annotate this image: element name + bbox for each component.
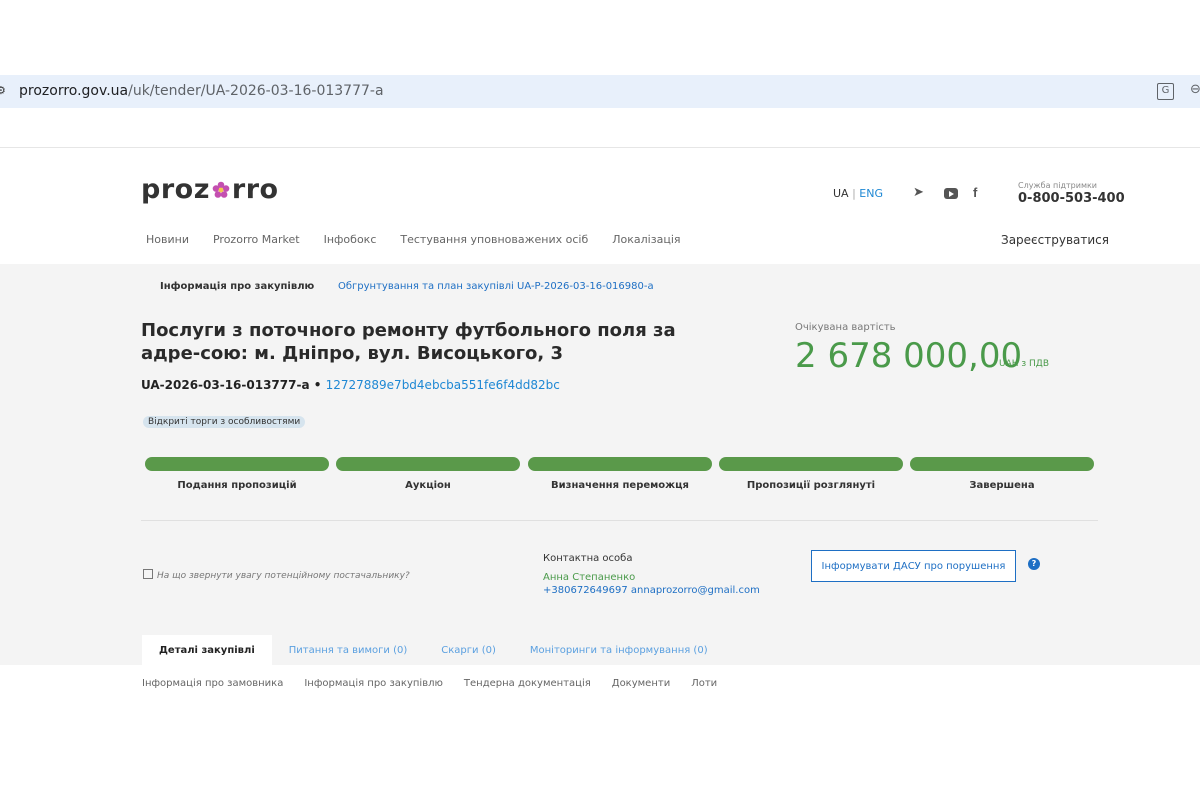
url-host: prozorro.gov.ua [19, 83, 129, 99]
facebook-icon[interactable]: f [973, 185, 977, 200]
tender-title: Послуги з поточного ремонту футбольного … [141, 320, 676, 364]
tender-id: UA-2026-03-16-013777-a [141, 378, 310, 392]
stage-bar [336, 457, 520, 471]
telegram-icon[interactable]: ➤ [913, 185, 924, 200]
section-links: Інформація про замовника Інформація про … [142, 678, 738, 689]
zoom-icon[interactable]: ⊖ [1190, 82, 1200, 97]
lang-ua[interactable]: UA [833, 187, 849, 200]
youtube-icon[interactable] [944, 188, 958, 199]
address-bar[interactable]: ⚙ prozorro.gov.ua/uk/tender/UA-2026-03-1… [0, 75, 1200, 108]
subnav-plan-link[interactable]: Обгрунтування та план закупівлі UA-P-202… [338, 281, 654, 292]
section-link-procurement[interactable]: Інформація про закупівлю [304, 678, 443, 689]
tender-tabs: Деталі закупівлі Питання та вимоги (0) С… [142, 635, 725, 665]
language-switcher: UA | ENG [833, 187, 883, 200]
tab-complaints[interactable]: Скарги (0) [424, 635, 513, 665]
translate-icon[interactable]: G [1157, 83, 1174, 100]
prozorro-logo[interactable]: proz rro [141, 174, 279, 205]
stage-label: Подання пропозицій [177, 480, 297, 491]
stage-reviewed: Пропозиції розглянуті [719, 457, 903, 491]
support-label: Служба підтримки [1018, 181, 1098, 190]
flower-icon [212, 181, 230, 198]
nav-item-market[interactable]: Prozorro Market [213, 233, 300, 246]
contact-name: Анна Степаненко [543, 572, 636, 583]
stage-bar [719, 457, 903, 471]
main-nav: Новини Prozorro Market Інфобокс Тестуван… [146, 233, 705, 246]
supplier-hint[interactable]: На що звернути увагу потенційному постач… [143, 569, 410, 581]
site-header: proz rro UA | ENG ➤ f Служба підтримки 0-… [0, 149, 1200, 264]
currency-label: UAH з ПДВ [999, 359, 1049, 369]
expected-value: 2 678 000,00 [795, 336, 1023, 376]
support-phone[interactable]: 0-800-503-400 [1018, 191, 1125, 206]
section-link-documents[interactable]: Документи [612, 678, 670, 689]
nav-item-testing[interactable]: Тестування уповноважених осіб [400, 233, 588, 246]
url-path: /uk/tender/UA-2026-03-16-013777-a [128, 83, 384, 99]
url-text[interactable]: prozorro.gov.ua/uk/tender/UA-2026-03-16-… [19, 83, 384, 99]
expected-value-label: Очікувана вартість [795, 322, 896, 333]
section-link-documentation[interactable]: Тендерна документація [464, 678, 591, 689]
subnav-tender-info[interactable]: Інформація про закупівлю [160, 281, 314, 292]
register-link[interactable]: Зареєструватися [1001, 233, 1109, 247]
stage-completed: Завершена [910, 457, 1094, 491]
logo-text-left: proz [141, 174, 210, 205]
stage-bar [910, 457, 1094, 471]
hint-text: На що звернути увагу потенційному постач… [157, 571, 410, 581]
contact-details[interactable]: +380672649697 annaprozorro@gmail.com [543, 585, 760, 596]
section-link-customer[interactable]: Інформація про замовника [142, 678, 283, 689]
stage-bar [528, 457, 712, 471]
lang-separator: | [852, 187, 856, 200]
lang-eng[interactable]: ENG [859, 187, 883, 200]
stage-winner: Визначення переможця [528, 457, 712, 491]
logo-text-right: rro [231, 174, 279, 205]
stage-label: Пропозиції розглянуті [746, 480, 876, 491]
report-dasu-button[interactable]: Інформувати ДАСУ про порушення [811, 550, 1016, 582]
blank-top-area [0, 0, 1200, 75]
stage-label: Завершена [969, 480, 1035, 491]
tab-questions[interactable]: Питання та вимоги (0) [272, 635, 425, 665]
stage-submission: Подання пропозицій [145, 457, 329, 491]
nav-item-news[interactable]: Новини [146, 233, 189, 246]
stage-bar [145, 457, 329, 471]
tender-id-line: UA-2026-03-16-013777-a • 12727889e7bd4eb… [141, 378, 560, 392]
contact-label: Контактна особа [543, 553, 633, 564]
nav-item-infobox[interactable]: Інфобокс [324, 233, 377, 246]
external-link-icon [143, 569, 153, 579]
browser-toolbar-gap [0, 108, 1200, 148]
tab-monitoring[interactable]: Моніторинги та інформування (0) [513, 635, 725, 665]
procedure-type-badge: Відкриті торги з особливостями [143, 416, 306, 428]
tender-main: Інформація про закупівлю Обгрунтування т… [0, 264, 1200, 665]
tab-details[interactable]: Деталі закупівлі [142, 635, 272, 665]
section-divider [141, 520, 1098, 521]
id-separator: • [309, 378, 326, 392]
section-link-lots[interactable]: Лоти [691, 678, 717, 689]
tender-hash[interactable]: 12727889e7bd4ebcba551fe6f4dd82bc [326, 378, 560, 392]
nav-item-localization[interactable]: Локалізація [612, 233, 680, 246]
tender-stages: Подання пропозицій Аукціон Визначення пе… [145, 457, 1095, 497]
site-info-icon[interactable]: ⚙ [0, 84, 8, 98]
help-icon[interactable]: ? [1028, 558, 1040, 570]
stage-label: Аукціон [405, 480, 451, 491]
stage-auction: Аукціон [336, 457, 520, 491]
stage-label: Визначення переможця [551, 480, 689, 491]
